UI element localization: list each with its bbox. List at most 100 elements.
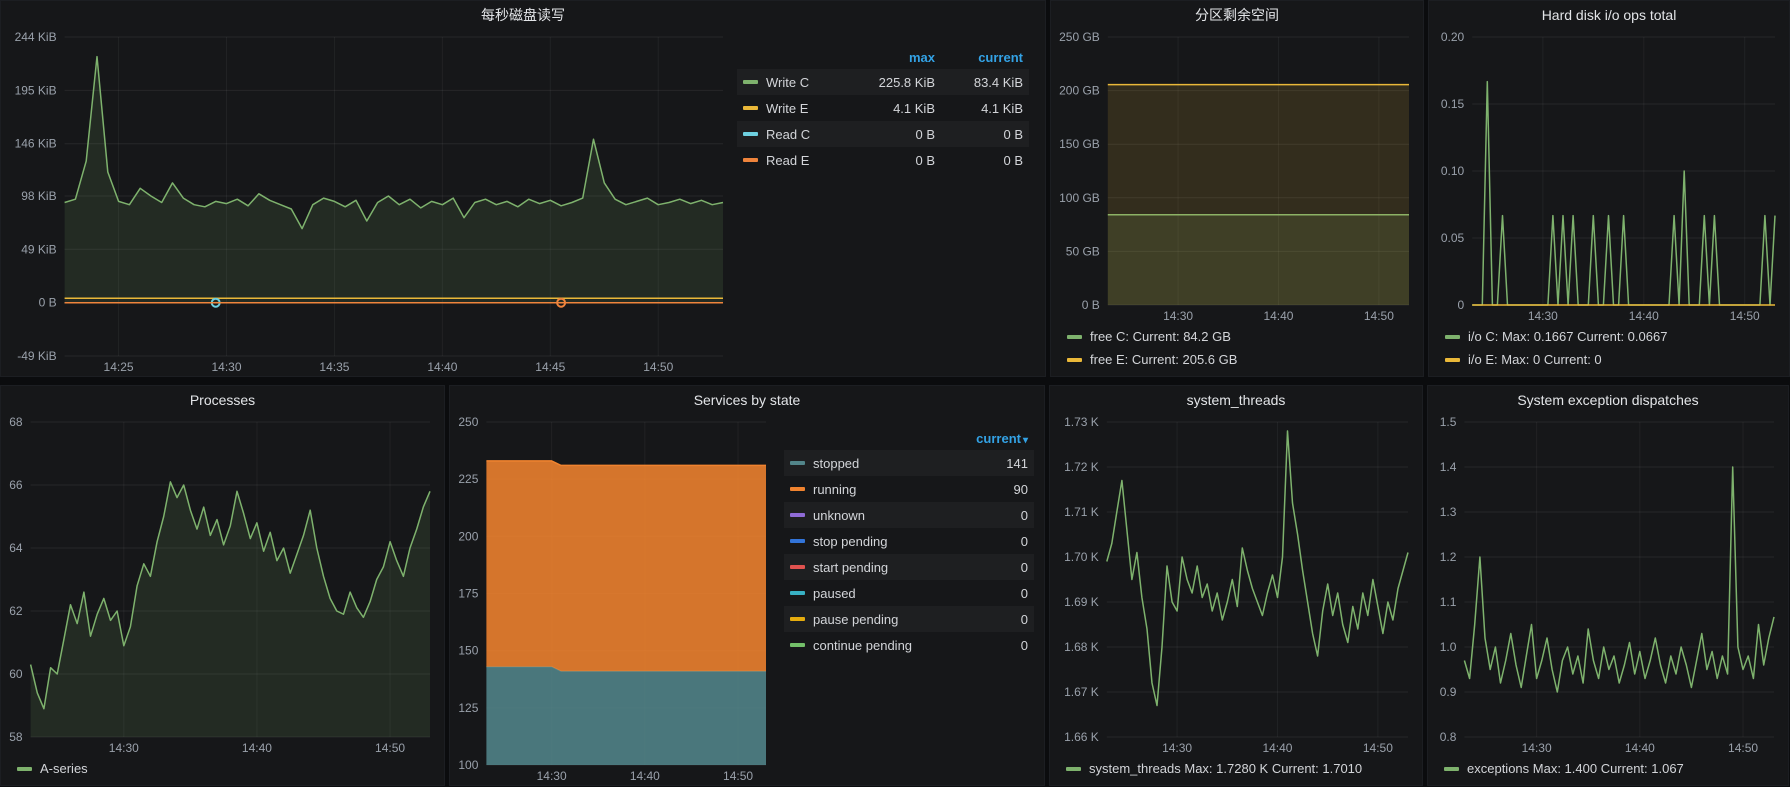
panel-title-exception-dispatches[interactable]: System exception dispatches <box>1428 386 1788 414</box>
legend-row-unknown[interactable]: unknown 0 <box>784 502 1034 528</box>
grafana-dashboard: 每秒磁盘读写 -49 KiB0 B49 KiB98 KiB146 KiB195 … <box>0 0 1790 787</box>
legend-row-paused[interactable]: paused 0 <box>784 580 1034 606</box>
legend-row-start-pending[interactable]: start pending 0 <box>784 554 1034 580</box>
svg-text:100: 100 <box>458 758 478 772</box>
svg-text:62: 62 <box>9 604 23 618</box>
legend-item-io-c[interactable]: i/o C: Max: 0.1667 Current: 0.0667 <box>1445 325 1777 348</box>
svg-text:60: 60 <box>9 667 23 681</box>
panel-title-services-by-state[interactable]: Services by state <box>450 386 1044 414</box>
panel-body-hdd-io-ops: 00.050.100.150.2014:3014:4014:50 i/o C: … <box>1429 29 1789 376</box>
series-swatch-icon <box>790 643 805 647</box>
series-current-value: 83.4 KiB <box>935 75 1023 90</box>
panel-title-system-threads[interactable]: system_threads <box>1050 386 1422 414</box>
series-swatch-icon <box>1445 335 1460 339</box>
legend-item-system-threads[interactable]: system_threads Max: 1.7280 K Current: 1.… <box>1066 757 1410 780</box>
series-max-value: 225.8 KiB <box>847 75 935 90</box>
panel-title-processes[interactable]: Processes <box>1 386 444 414</box>
legend-row-read-e[interactable]: Read E 0 B 0 B <box>737 147 1029 173</box>
legend-row-stopped[interactable]: stopped 141 <box>784 450 1034 476</box>
series-label: stop pending <box>813 534 887 549</box>
svg-text:14:50: 14:50 <box>1363 741 1393 755</box>
series-swatch-icon <box>790 565 805 569</box>
exception-dispatches-chart[interactable]: 0.80.91.01.11.21.31.41.514:3014:4014:50 <box>1430 414 1784 757</box>
legend-row-continue-pending[interactable]: continue pending 0 <box>784 632 1034 658</box>
hdd-io-ops-chart[interactable]: 00.050.100.150.2014:3014:4014:50 <box>1431 29 1785 325</box>
legend-text: i/o C: Max: 0.1667 Current: 0.0667 <box>1468 329 1667 344</box>
svg-text:-49 KiB: -49 KiB <box>17 349 56 363</box>
services-by-state-chart[interactable]: 10012515017520022525014:3014:4014:50 <box>452 414 776 785</box>
series-swatch-icon <box>790 591 805 595</box>
series-swatch-icon <box>790 617 805 621</box>
svg-text:0 B: 0 B <box>39 296 57 310</box>
legend-item-a-series[interactable]: A-series <box>17 757 432 780</box>
svg-text:14:30: 14:30 <box>1163 309 1193 323</box>
services-legend-rows: stopped 141 running 90 unknown 0 stop <box>784 450 1034 658</box>
svg-text:98 KiB: 98 KiB <box>21 189 56 203</box>
system-threads-chart[interactable]: 1.66 K1.67 K1.68 K1.69 K1.70 K1.71 K1.72… <box>1052 414 1418 757</box>
svg-text:0.15: 0.15 <box>1441 97 1465 111</box>
series-label: Write C <box>766 75 809 90</box>
hdd-io-ops-legend: i/o C: Max: 0.1667 Current: 0.0667 i/o E… <box>1431 325 1785 376</box>
processes-chart[interactable]: 58606264666814:3014:4014:50 <box>3 414 440 757</box>
svg-text:1.66 K: 1.66 K <box>1064 730 1099 744</box>
svg-text:14:50: 14:50 <box>723 769 753 783</box>
series-swatch-icon <box>790 487 805 491</box>
svg-text:195 KiB: 195 KiB <box>15 83 57 97</box>
svg-text:64: 64 <box>9 541 23 555</box>
panel-body-services: 10012515017520022525014:3014:4014:50 cur… <box>450 414 1044 785</box>
svg-text:100 GB: 100 GB <box>1059 191 1100 205</box>
series-name-cell: continue pending <box>790 638 964 653</box>
svg-text:200 GB: 200 GB <box>1059 84 1100 98</box>
series-label: pause pending <box>813 612 898 627</box>
svg-text:0.20: 0.20 <box>1441 30 1465 44</box>
legend-text: A-series <box>40 761 88 776</box>
legend-row-write-e[interactable]: Write E 4.1 KiB 4.1 KiB <box>737 95 1029 121</box>
svg-text:250: 250 <box>458 415 478 429</box>
svg-text:66: 66 <box>9 478 23 492</box>
legend-row-pause-pending[interactable]: pause pending 0 <box>784 606 1034 632</box>
svg-text:14:40: 14:40 <box>1262 741 1292 755</box>
legend-item-io-e[interactable]: i/o E: Max: 0 Current: 0 <box>1445 348 1777 371</box>
panel-exception-dispatches: System exception dispatches 0.80.91.01.1… <box>1427 385 1789 786</box>
legend-column-max[interactable]: max <box>847 50 935 65</box>
legend-column-current[interactable]: current <box>935 50 1023 65</box>
series-current-value: 0 B <box>935 127 1023 142</box>
panel-title-partition-free[interactable]: 分区剩余空间 <box>1051 1 1423 29</box>
series-swatch-icon <box>17 767 32 771</box>
svg-text:14:40: 14:40 <box>630 769 660 783</box>
series-swatch-icon <box>1445 358 1460 362</box>
panel-title-disk-io[interactable]: 每秒磁盘读写 <box>1 1 1045 29</box>
series-name-cell: running <box>790 482 964 497</box>
panel-system-threads: system_threads 1.66 K1.67 K1.68 K1.69 K1… <box>1049 385 1423 786</box>
series-current-value: 4.1 KiB <box>935 101 1023 116</box>
legend-column-current[interactable]: current▾ <box>940 431 1028 446</box>
legend-row-stop-pending[interactable]: stop pending 0 <box>784 528 1034 554</box>
panel-hard-disk-io-ops: Hard disk i/o ops total 00.050.100.150.2… <box>1428 0 1790 377</box>
legend-row-write-c[interactable]: Write C 225.8 KiB 83.4 KiB <box>737 69 1029 95</box>
svg-text:1.68 K: 1.68 K <box>1064 640 1099 654</box>
series-current-value: 0 <box>964 508 1028 523</box>
svg-text:0.9: 0.9 <box>1440 685 1457 699</box>
partition-free-chart[interactable]: 0 B50 GB100 GB150 GB200 GB250 GB14:3014:… <box>1053 29 1419 325</box>
legend-item-free-c[interactable]: free C: Current: 84.2 GB <box>1067 325 1411 348</box>
svg-text:1.69 K: 1.69 K <box>1064 595 1099 609</box>
legend-row-running[interactable]: running 90 <box>784 476 1034 502</box>
svg-text:250 GB: 250 GB <box>1059 30 1100 44</box>
disk-io-chart[interactable]: -49 KiB0 B49 KiB98 KiB146 KiB195 KiB244 … <box>3 29 733 376</box>
series-swatch-icon <box>743 106 758 110</box>
series-current-value: 0 B <box>935 153 1023 168</box>
legend-text: free C: Current: 84.2 GB <box>1090 329 1231 344</box>
svg-text:0.10: 0.10 <box>1441 164 1465 178</box>
svg-text:200: 200 <box>458 529 478 543</box>
series-name-cell: stopped <box>790 456 964 471</box>
legend-row-read-c[interactable]: Read C 0 B 0 B <box>737 121 1029 147</box>
system-threads-legend: system_threads Max: 1.7280 K Current: 1.… <box>1052 757 1418 785</box>
series-name-cell: Write C <box>743 75 847 90</box>
series-swatch-icon <box>1444 767 1459 771</box>
panel-title-hdd-io-ops[interactable]: Hard disk i/o ops total <box>1429 1 1789 29</box>
legend-item-free-e[interactable]: free E: Current: 205.6 GB <box>1067 348 1411 371</box>
legend-item-exceptions[interactable]: exceptions Max: 1.400 Current: 1.067 <box>1444 757 1776 780</box>
series-swatch-icon <box>790 513 805 517</box>
svg-text:14:40: 14:40 <box>1629 309 1659 323</box>
series-current-value: 0 <box>964 638 1028 653</box>
